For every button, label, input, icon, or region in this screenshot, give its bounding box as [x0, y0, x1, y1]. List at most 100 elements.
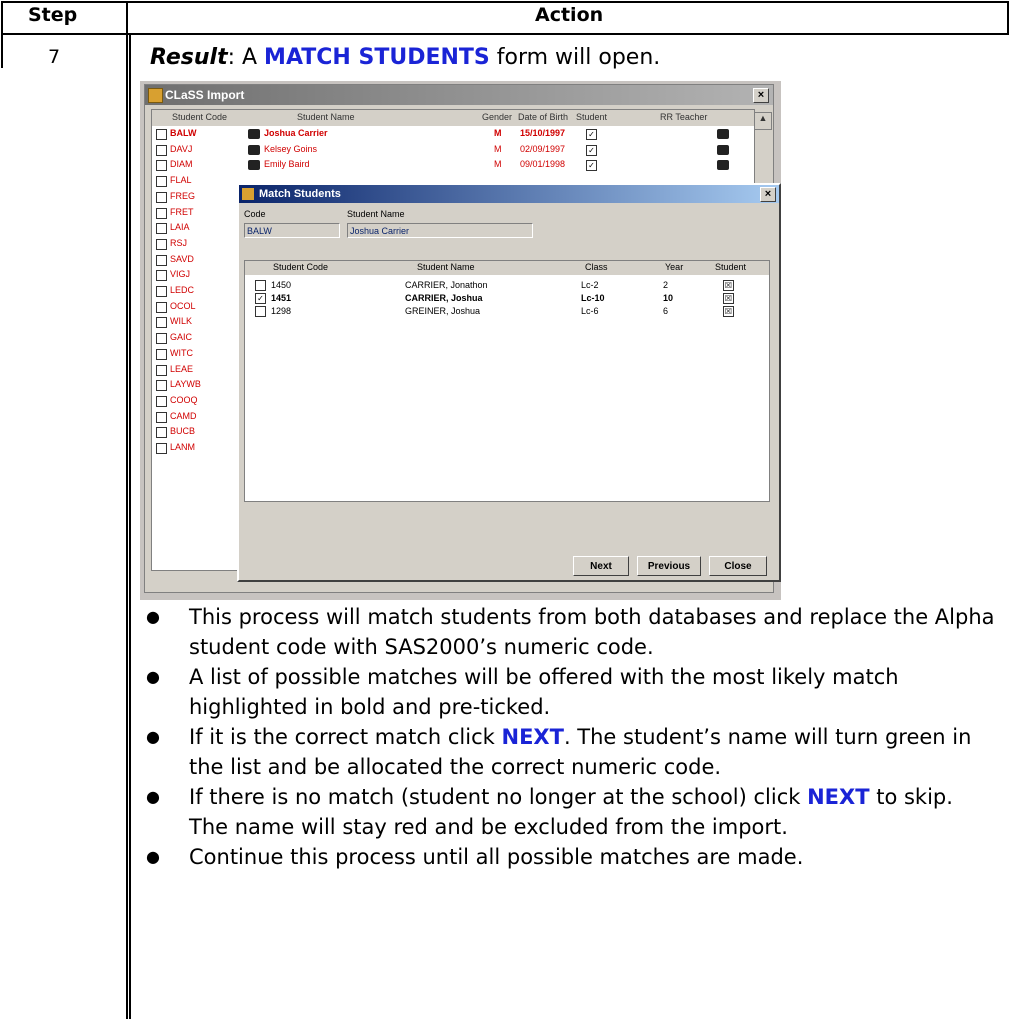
student-name-field[interactable]: Joshua Carrier: [347, 223, 533, 238]
close-button[interactable]: Close: [709, 556, 767, 576]
step-number: 7: [48, 46, 61, 68]
student-x-icon[interactable]: ☒: [723, 280, 734, 291]
bullet-icon: ●: [146, 727, 160, 746]
student-code-cell: LAIA: [170, 222, 190, 233]
row-checkbox[interactable]: [156, 176, 167, 188]
class-import-titlebar: CLaSS Import ×: [145, 85, 773, 105]
next-button[interactable]: Next: [573, 556, 629, 576]
student-code-cell: WITC: [170, 347, 193, 358]
match-class-cell: Lc-10: [581, 293, 605, 303]
row-checkbox[interactable]: [156, 364, 167, 376]
row-checkbox[interactable]: [156, 207, 167, 219]
close-icon[interactable]: ×: [753, 88, 769, 103]
row-checkbox[interactable]: [156, 254, 167, 266]
code-field[interactable]: BALW: [244, 223, 340, 238]
row-checkbox[interactable]: [156, 223, 167, 235]
student-code-cell: OCOL: [170, 300, 196, 311]
dob-cell: 02/09/1997: [520, 143, 566, 154]
mcol-student-code[interactable]: Student Code: [273, 262, 328, 272]
row-checkbox[interactable]: [156, 333, 167, 345]
list-item[interactable]: 1298 GREINER, Joshua Lc-6 6 ☒: [245, 305, 769, 319]
mcol-student-name[interactable]: Student Name: [417, 262, 475, 272]
row-checkbox[interactable]: [156, 443, 167, 454]
student-code-cell: CAMD: [170, 410, 197, 421]
table-column-divider: [126, 1, 128, 1019]
step-column-header: Step: [28, 4, 78, 26]
bullet-item: ● If it is the correct match click NEXT. …: [138, 722, 998, 782]
gender-cell: M: [494, 128, 502, 138]
table-top-border: [1, 1, 1009, 3]
row-checkbox[interactable]: [156, 317, 167, 329]
row-checkbox[interactable]: [156, 380, 167, 392]
match-code-cell: 1450: [271, 280, 292, 290]
match-students-title: Match Students: [259, 188, 341, 200]
student-code-cell: SAVD: [170, 253, 194, 264]
table-row[interactable]: DIAM Emily Baird M 09/01/1998 ✓: [152, 159, 754, 172]
bullet-text-pre: If there is no match (student no longer …: [189, 785, 808, 809]
list-item[interactable]: ✓ 1451 CARRIER, Joshua Lc-10 10 ☒: [245, 292, 769, 306]
col-rr-teacher[interactable]: RR Teacher: [660, 112, 707, 122]
dob-cell: 15/10/1997: [520, 128, 566, 138]
previous-button[interactable]: Previous: [637, 556, 701, 576]
row-checkbox[interactable]: [156, 427, 167, 439]
table-right-border: [1007, 1, 1009, 34]
match-students-dialog: Match Students × Code Student Name BALW …: [237, 183, 781, 582]
row-checkbox[interactable]: [156, 129, 167, 140]
table-column-divider-inner: [129, 35, 131, 1019]
row-checkbox[interactable]: [156, 411, 167, 423]
table-row[interactable]: DAVJ Kelsey Goins M 02/09/1997 ✓: [152, 144, 754, 157]
mcol-class[interactable]: Class: [585, 262, 608, 272]
col-student-name[interactable]: Student Name: [297, 112, 355, 122]
mcol-student[interactable]: Student: [715, 262, 746, 272]
row-checkbox[interactable]: [156, 238, 167, 250]
student-name-cell: Kelsey Goins: [264, 143, 318, 154]
student-checkbox[interactable]: ✓: [586, 160, 597, 172]
match-checkbox[interactable]: [255, 306, 266, 317]
match-class-cell: Lc-2: [581, 280, 599, 290]
bullet-text: This process will match students from bo…: [189, 605, 995, 659]
student-checkbox[interactable]: ✓: [586, 129, 597, 140]
next-keyword: NEXT: [501, 725, 564, 749]
student-x-icon[interactable]: ☒: [723, 293, 734, 304]
match-name-cell: GREINER, Joshua: [405, 306, 481, 316]
mcol-year[interactable]: Year: [665, 262, 683, 272]
student-code-cell: LAYWB: [170, 379, 201, 390]
teacher-icon: [717, 160, 729, 171]
student-checkbox[interactable]: ✓: [586, 144, 597, 156]
col-student-code[interactable]: Student Code: [172, 112, 227, 122]
list-item[interactable]: 1450 CARRIER, Jonathon Lc-2 2 ☒: [245, 279, 769, 293]
row-checkbox[interactable]: [156, 301, 167, 313]
student-code-cell: COOQ: [170, 394, 198, 405]
student-x-icon[interactable]: ☒: [723, 306, 734, 317]
table-row[interactable]: BALW Joshua Carrier M 15/10/1997 ✓: [152, 128, 754, 141]
scroll-up-icon[interactable]: ▲: [754, 112, 772, 130]
row-checkbox[interactable]: [156, 395, 167, 407]
code-label: Code: [244, 209, 266, 219]
row-checkbox[interactable]: [156, 191, 167, 203]
dob-cell: 09/01/1998: [520, 159, 566, 170]
student-icon: [248, 144, 260, 155]
match-name-cell: CARRIER, Joshua: [405, 293, 483, 303]
dialog-icon: [242, 188, 254, 200]
teacher-icon: [717, 144, 729, 155]
row-checkbox[interactable]: [156, 144, 167, 156]
import-grid-header: Student Code Student Name Gender Date of…: [152, 110, 772, 130]
col-date-of-birth[interactable]: Date of Birth: [518, 112, 568, 122]
student-code-cell: RSJ: [170, 237, 188, 248]
col-student[interactable]: Student: [576, 112, 607, 122]
student-name-cell: Joshua Carrier: [264, 128, 328, 138]
row-checkbox[interactable]: [156, 348, 167, 360]
row-checkbox[interactable]: [156, 160, 167, 172]
bullet-item: ● Continue this process until all possibl…: [138, 842, 998, 872]
result-colon: : A: [227, 45, 265, 70]
app-icon: [148, 88, 163, 103]
match-grid-header: Student Code Student Name Class Year Stu…: [245, 261, 769, 275]
match-checkbox[interactable]: [255, 280, 266, 291]
match-checkbox[interactable]: ✓: [255, 293, 266, 304]
bullet-icon: ●: [146, 787, 160, 806]
dialog-close-icon[interactable]: ×: [760, 187, 776, 202]
row-checkbox[interactable]: [156, 270, 167, 282]
row-checkbox[interactable]: [156, 286, 167, 297]
bullet-icon: ●: [146, 607, 160, 626]
col-gender[interactable]: Gender: [482, 112, 512, 122]
